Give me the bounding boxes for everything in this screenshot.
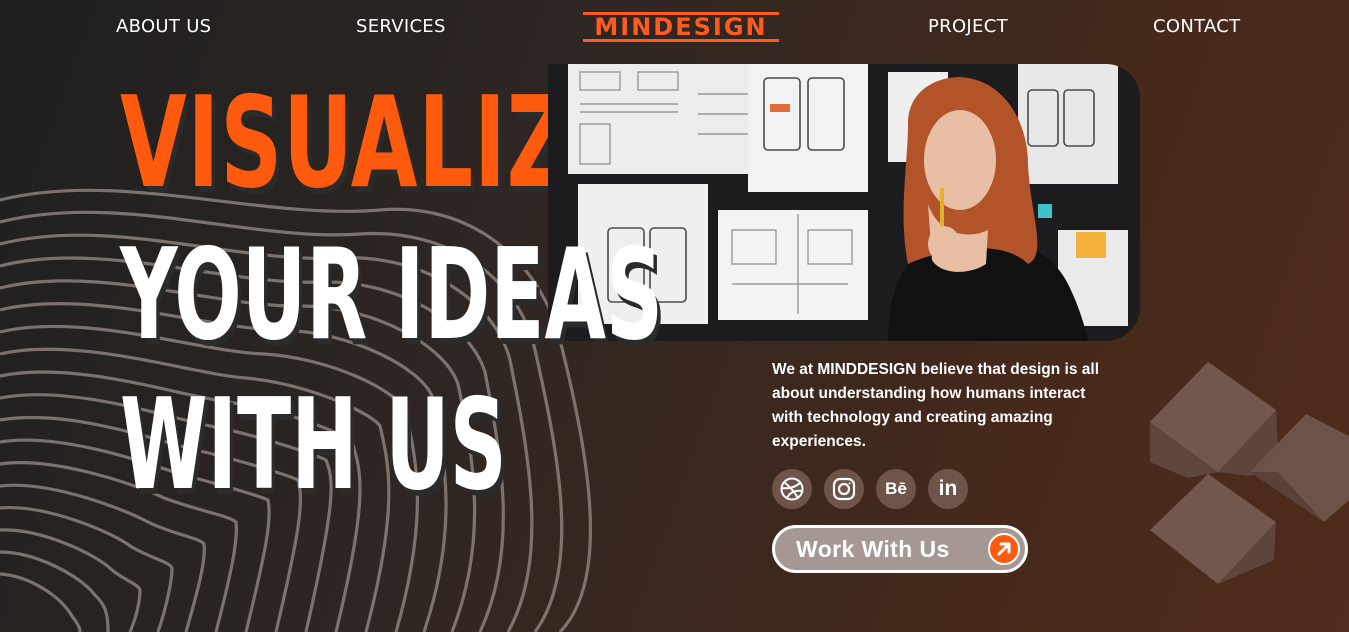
- headline-line-2: YOUR IDEAS: [120, 221, 664, 368]
- instagram-icon[interactable]: [824, 469, 864, 509]
- cube-decoration: [1150, 362, 1349, 584]
- behance-icon[interactable]: Bē: [876, 469, 916, 509]
- cta-label: Work With Us: [796, 535, 950, 562]
- dribbble-icon[interactable]: [772, 469, 812, 509]
- headline-line-3: WITH US: [120, 371, 507, 518]
- brand-logo[interactable]: MINDESIGN: [583, 12, 779, 42]
- nav-services[interactable]: SERVICES: [356, 16, 446, 37]
- linkedin-icon[interactable]: in: [928, 469, 968, 509]
- nav-project[interactable]: PROJECT: [928, 16, 1008, 37]
- nav-contact[interactable]: CONTACT: [1153, 16, 1240, 37]
- about-description: We at MINDDESIGN believe that design is …: [772, 361, 1100, 450]
- nav-about-us[interactable]: ABOUT US: [116, 16, 211, 37]
- top-nav: ABOUT US SERVICES MINDESIGN PROJECT CONT…: [0, 0, 1349, 56]
- work-with-us-button[interactable]: Work With Us: [772, 525, 1028, 573]
- arrow-up-right-icon: [988, 533, 1020, 565]
